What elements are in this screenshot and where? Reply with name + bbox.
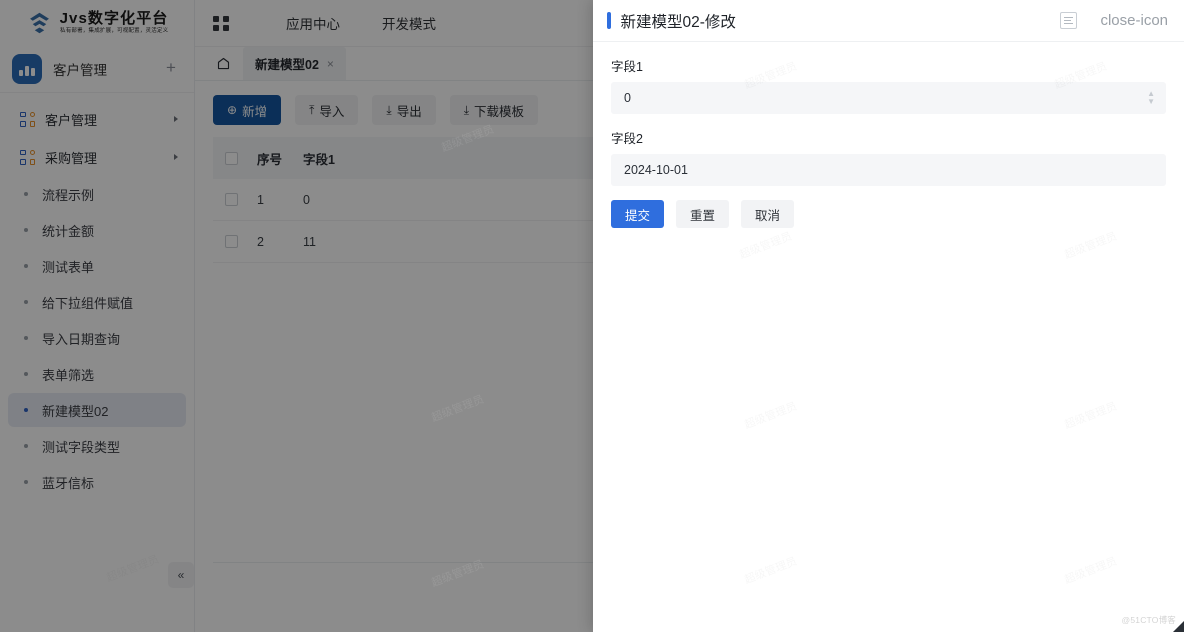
modal-body: 字段1 0 ▲ ▼ 字段2 2024-10-01 提交 重置 取消 超级管理员 … xyxy=(593,42,1184,632)
watermark-text: 超级管理员 xyxy=(1062,228,1119,263)
watermark-text: 超级管理员 xyxy=(737,228,794,263)
modal-title: 新建模型02-修改 xyxy=(621,10,1051,32)
close-icon[interactable]: close-icon xyxy=(1100,13,1168,28)
field1-label: 字段1 xyxy=(611,56,1166,75)
watermark-text: 超级管理员 xyxy=(1062,398,1119,433)
application-window: Jvs数字化平台 私有部署，集成扩展，可视配置，灵活定义 客户管理 + 客户管理… xyxy=(0,0,1184,632)
source-watermark: @51CTO博客 xyxy=(1122,614,1176,626)
modal-header: 新建模型02-修改 close-icon xyxy=(593,0,1184,42)
document-list-icon[interactable] xyxy=(1060,12,1077,29)
title-accent-bar xyxy=(607,12,611,29)
field1-value: 0 xyxy=(624,91,631,105)
cancel-button[interactable]: 取消 xyxy=(741,200,794,228)
number-stepper-icon[interactable]: ▲ ▼ xyxy=(1147,91,1155,105)
field2-input[interactable]: 2024-10-01 xyxy=(611,154,1166,186)
field2-value: 2024-10-01 xyxy=(624,163,688,177)
chevron-down-icon[interactable]: ▼ xyxy=(1147,99,1155,105)
field1-input[interactable]: 0 ▲ ▼ xyxy=(611,82,1166,114)
reset-button[interactable]: 重置 xyxy=(676,200,729,228)
watermark-text: 超级管理员 xyxy=(742,398,799,433)
watermark-text: 超级管理员 xyxy=(742,553,799,588)
submit-button[interactable]: 提交 xyxy=(611,200,664,228)
corner-fold-decoration xyxy=(1173,621,1184,632)
modal-actions: 提交 重置 取消 xyxy=(611,200,1166,228)
edit-modal: 新建模型02-修改 close-icon 字段1 0 ▲ ▼ 字段2 2024-… xyxy=(593,0,1184,632)
field2-label: 字段2 xyxy=(611,128,1166,147)
watermark-text: 超级管理员 xyxy=(1062,553,1119,588)
